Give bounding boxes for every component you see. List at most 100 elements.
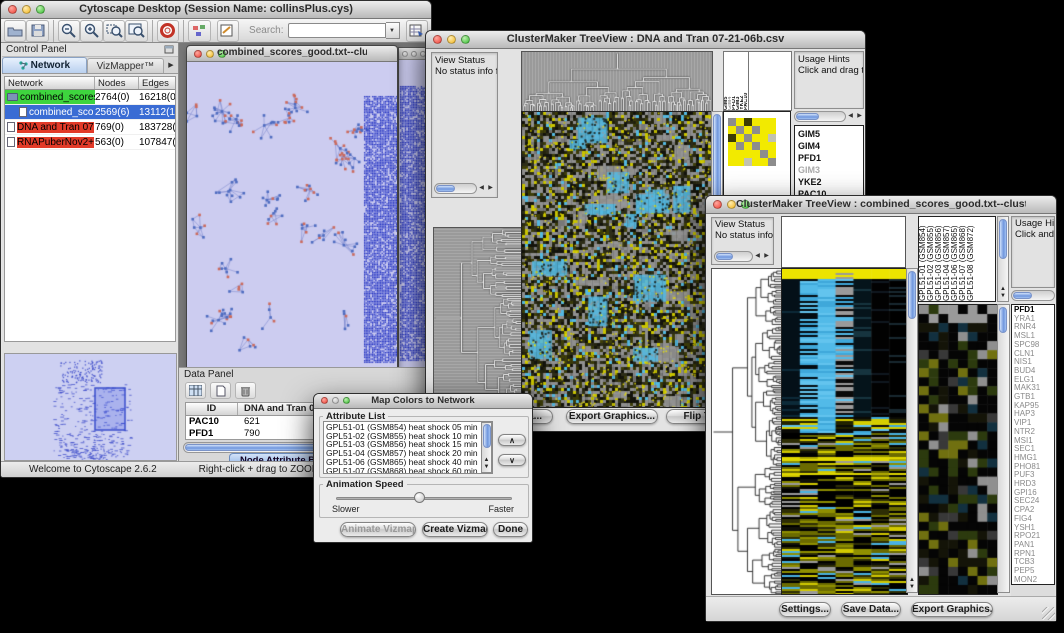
close-icon[interactable] xyxy=(194,50,202,58)
close-icon[interactable] xyxy=(321,397,328,404)
zoom-fit-button[interactable] xyxy=(125,20,147,42)
column-header-id[interactable]: ID xyxy=(186,403,238,415)
close-icon[interactable] xyxy=(8,5,17,14)
float-panel-icon[interactable] xyxy=(164,41,174,59)
treeview1-column-dendrogram[interactable] xyxy=(521,51,713,113)
gene-label[interactable]: SPC98 xyxy=(1014,341,1054,350)
gene-label[interactable]: GIM5 xyxy=(798,128,863,140)
gene-label[interactable]: BUD4 xyxy=(1014,367,1054,376)
network-view-titlebar[interactable]: combined_scores_good.txt--cluste... xyxy=(187,46,397,62)
close-icon[interactable] xyxy=(713,200,722,209)
column-label[interactable]: GPL51-04 (GSM857) xyxy=(943,217,951,301)
gene-label[interactable]: HRD3 xyxy=(1014,480,1054,489)
scrollbar-thumb[interactable] xyxy=(796,113,819,120)
gene-label[interactable]: MON2 xyxy=(1014,576,1054,585)
close-icon[interactable] xyxy=(402,51,408,57)
gene-label[interactable]: SEC1 xyxy=(1014,445,1054,454)
gene-label[interactable]: SEC24 xyxy=(1014,497,1054,506)
network-overview-panel[interactable] xyxy=(4,353,177,461)
scroll-left-icon[interactable]: ◀ xyxy=(753,251,762,262)
attribute-listbox[interactable]: GPL51-01 (GSM854) heat shock 05 minGPL51… xyxy=(323,421,493,474)
treeview2-vscrollbar[interactable]: ▲ ▼ xyxy=(906,268,918,593)
dialog-titlebar[interactable]: Map Colors to Network xyxy=(314,394,532,409)
gene-label[interactable]: RPN1 xyxy=(1014,550,1054,559)
tab-vizmapper[interactable]: VizMapper™ xyxy=(87,58,164,73)
gene-label[interactable]: GIM3 xyxy=(798,164,863,176)
attribute-list-item[interactable]: GPL51-03 (GSM856) heat shock 15 min xyxy=(326,440,490,449)
view-status-hscrollbar[interactable]: ◀ ▶ xyxy=(434,182,495,195)
search-input[interactable] xyxy=(288,23,386,38)
scrollbar-thumb[interactable] xyxy=(436,185,455,192)
minimize-icon[interactable] xyxy=(206,50,214,58)
gene-label[interactable]: MAK31 xyxy=(1014,384,1054,393)
gene-label[interactable]: CLN1 xyxy=(1014,350,1054,359)
zoom-selected-button[interactable] xyxy=(103,20,125,42)
gene-label[interactable]: RNR4 xyxy=(1014,323,1054,332)
attribute-list-item[interactable]: GPL51-02 (GSM855) heat shock 10 min xyxy=(326,432,490,441)
speed-slider-thumb[interactable] xyxy=(414,492,425,503)
minimize-icon[interactable] xyxy=(22,5,31,14)
treeview2-collabel-vscrollbar[interactable]: ▲ ▼ xyxy=(997,216,1009,302)
scrollbar-thumb[interactable] xyxy=(999,219,1007,259)
scrollbar-thumb[interactable] xyxy=(1013,292,1032,299)
network-row-rnapubernov2[interactable]: RNAPuberNov2+ 563(0) 107847(0) xyxy=(5,135,175,150)
settings-button[interactable]: Settings... xyxy=(779,602,831,617)
resize-grip[interactable] xyxy=(1042,607,1055,620)
minimize-icon[interactable] xyxy=(332,397,339,404)
gene-label[interactable]: VIP1 xyxy=(1014,419,1054,428)
select-attributes-button[interactable] xyxy=(185,382,206,399)
treeview2-zoom-heatmap[interactable] xyxy=(918,304,998,595)
treeview2-column-dendrogram-area[interactable] xyxy=(781,216,906,268)
scroll-left-icon[interactable]: ◀ xyxy=(846,111,855,122)
zoom-out-button[interactable] xyxy=(58,20,80,42)
treeview1-hints-hscrollbar[interactable]: ◀ ▶ xyxy=(794,110,864,123)
network-view-canvas[interactable] xyxy=(187,62,397,370)
attribute-list-item[interactable]: GPL51-06 (GSM865) heat shock 40 min xyxy=(326,458,490,467)
gene-label[interactable]: GIM4 xyxy=(798,140,863,152)
gene-label[interactable]: HAP3 xyxy=(1014,410,1054,419)
zoom-in-button[interactable] xyxy=(80,20,102,42)
help-button[interactable] xyxy=(157,20,179,42)
save-session-button[interactable] xyxy=(26,20,48,42)
network-row-dna-and-tran[interactable]: DNA and Tran 07 769(0) 183728(0) xyxy=(5,120,175,135)
minimize-icon[interactable] xyxy=(727,200,736,209)
gene-label[interactable]: GPI16 xyxy=(1014,489,1054,498)
gene-label[interactable]: ELG1 xyxy=(1014,376,1054,385)
gene-label[interactable]: PHO81 xyxy=(1014,463,1054,472)
scroll-down-icon[interactable]: ▼ xyxy=(907,584,917,591)
gene-label[interactable]: PAN1 xyxy=(1014,541,1054,550)
gene-label[interactable]: KAP95 xyxy=(1014,402,1054,411)
attribute-list-item[interactable]: GPL51-04 (GSM857) heat shock 20 min xyxy=(326,449,490,458)
done-button[interactable]: Done xyxy=(493,522,528,537)
move-attribute-up-button[interactable]: ∧ xyxy=(498,434,526,446)
attribute-list-vscrollbar[interactable]: ▲ ▼ xyxy=(481,422,492,473)
export-graphics-button[interactable]: Export Graphics... xyxy=(911,602,993,617)
close-icon[interactable] xyxy=(433,35,442,44)
save-data-button[interactable]: Save Data... xyxy=(841,602,901,617)
gene-label[interactable]: CPA2 xyxy=(1014,506,1054,515)
gene-label[interactable]: NTR2 xyxy=(1014,428,1054,437)
scroll-right-icon[interactable]: ▶ xyxy=(855,111,864,122)
treeview1-heatmap[interactable] xyxy=(521,111,713,408)
gene-label[interactable]: TCB3 xyxy=(1014,558,1054,567)
tab-overflow-button[interactable]: ▶ xyxy=(164,58,178,73)
create-attribute-button[interactable] xyxy=(210,382,231,399)
network-row-combined-scores[interactable]: combined_scores 2764(0) 16218(0) xyxy=(5,90,175,105)
column-label[interactable]: GPL51-07 (GSM868) xyxy=(959,217,967,301)
gene-label[interactable]: MSI1 xyxy=(1014,437,1054,446)
scroll-up-icon[interactable]: ▲ xyxy=(907,577,917,584)
export-graphics-button[interactable]: Export Graphics... xyxy=(566,409,658,424)
treeview2-hints-hscrollbar[interactable] xyxy=(1011,289,1055,302)
treeview1-titlebar[interactable]: ClusterMaker TreeView : DNA and Tran 07-… xyxy=(426,31,865,49)
column-header-network[interactable]: Network xyxy=(5,77,95,89)
gene-label[interactable]: RPO21 xyxy=(1014,532,1054,541)
gene-label[interactable]: YSH1 xyxy=(1014,524,1054,533)
network-overview-canvas[interactable] xyxy=(5,354,176,460)
scroll-up-icon[interactable]: ▲ xyxy=(482,457,491,464)
treeview2-heatmap[interactable] xyxy=(781,268,908,595)
attribute-list-item[interactable]: GPL51-01 (GSM854) heat shock 05 min xyxy=(326,423,490,432)
scrollbar-thumb[interactable] xyxy=(999,307,1007,333)
move-attribute-down-button[interactable]: ∨ xyxy=(498,454,526,466)
scroll-right-icon[interactable]: ▶ xyxy=(486,183,495,194)
gene-label[interactable]: PUF3 xyxy=(1014,471,1054,480)
